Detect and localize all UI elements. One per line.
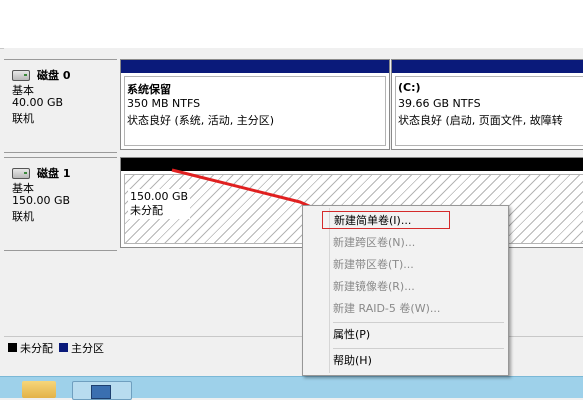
- menu-item-new-spanned-volume[interactable]: 新建跨区卷(N)...: [333, 234, 415, 252]
- menu-separator: [333, 322, 504, 323]
- menu-item-new-raid5-volume[interactable]: 新建 RAID-5 卷(W)...: [333, 300, 440, 318]
- menu-item-help[interactable]: 帮助(H): [333, 352, 372, 370]
- menu-item-new-simple-volume[interactable]: 新建简单卷(I)...: [322, 211, 450, 229]
- menu-item-new-striped-volume[interactable]: 新建带区卷(T)...: [333, 256, 414, 274]
- menu-separator: [333, 348, 504, 349]
- context-menu: 新建简单卷(I)... 新建跨区卷(N)... 新建带区卷(T)... 新建镜像…: [302, 205, 509, 376]
- menu-item-new-mirrored-volume[interactable]: 新建镜像卷(R)...: [333, 278, 415, 296]
- menu-item-properties[interactable]: 属性(P): [333, 326, 370, 344]
